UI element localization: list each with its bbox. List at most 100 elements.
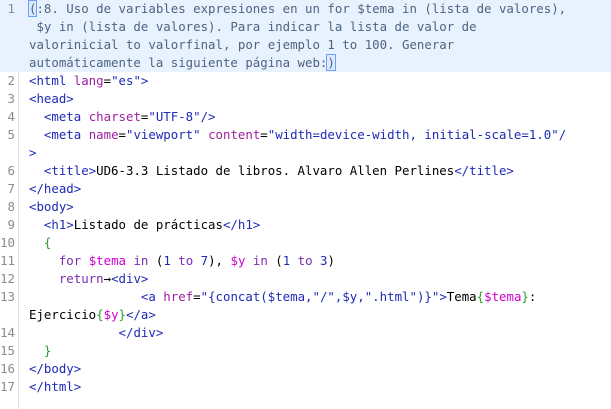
code-text: <html lang="es"> <box>29 72 148 90</box>
code-line[interactable]: > <box>0 144 611 162</box>
code-text: <body> <box>29 198 74 216</box>
code-text: for $tema in (1 to 7), $y in (1 to 3) <box>29 252 335 270</box>
token-kw: for <box>58 253 89 268</box>
code-text: { <box>29 234 51 252</box>
token-tag: </div> <box>118 325 164 340</box>
line-number: 11 <box>0 253 15 268</box>
code-line[interactable]: 3 <head> <box>0 90 611 108</box>
token-kw: to <box>178 253 201 268</box>
token-num: 1 <box>282 253 298 268</box>
token-var: $y <box>230 253 253 268</box>
token-tag: </head> <box>29 181 82 196</box>
token-text: ) <box>327 253 335 268</box>
token-tag: <h1> <box>43 217 74 232</box>
code-line[interactable]: 9 <h1>Listado de prácticas</h1> <box>0 216 611 234</box>
code-line[interactable]: 17 </html> <box>0 378 611 396</box>
line-number: 7 <box>7 181 15 196</box>
code-line[interactable]: $y in (lista de valores). Para indicar l… <box>0 18 611 36</box>
code-text: <a href="{concat($tema,"/",$y,".html")}"… <box>29 288 536 306</box>
line-number: 6 <box>7 163 15 178</box>
line-number: 12 <box>0 271 15 286</box>
token-text: : <box>528 289 537 304</box>
code-line[interactable]: 14 </div> <box>0 324 611 342</box>
code-text: </body> <box>29 360 81 378</box>
token-tag: <title> <box>43 163 97 178</box>
line-number: 16 <box>0 361 15 376</box>
token-brace: } <box>43 343 52 358</box>
code-line[interactable]: 11 for $tema in (1 to 7), $y in (1 to 3) <box>0 252 611 270</box>
code-text: <meta name="viewport" content="width=dev… <box>29 126 566 144</box>
line-number: 9 <box>7 217 15 232</box>
line-number: 15 <box>0 343 15 358</box>
code-line[interactable]: 12 return→<div> <box>0 270 611 288</box>
token-attr: content <box>208 127 261 142</box>
token-brace: { <box>476 289 485 304</box>
code-text: valorinicial to valorfinal, por ejemplo … <box>29 36 454 54</box>
token-bracket: ) <box>326 54 336 71</box>
code-text: </head> <box>29 180 81 198</box>
token-tag: </html> <box>29 379 82 394</box>
token-tag: /> <box>200 109 216 124</box>
code-line[interactable]: valorinicial to valorfinal, por ejemplo … <box>0 36 611 54</box>
line-number: 2 <box>7 73 15 88</box>
token-text: ( <box>275 253 283 268</box>
code-editor[interactable]: 1 (:8. Uso de variables expresiones en un… <box>0 0 611 409</box>
code-text: automáticamente la siguiente página web:… <box>29 54 336 72</box>
code-text: <title>UD6-3.3 Listado de libros. Alvaro… <box>29 162 514 180</box>
code-line[interactable]: 8 <body> <box>0 198 611 216</box>
line-number: 1 <box>7 1 15 16</box>
token-text: = <box>193 289 201 304</box>
token-text: ), <box>208 253 231 268</box>
token-tag: > <box>439 289 447 304</box>
code-line[interactable]: automáticamente la siguiente página web:… <box>0 54 611 72</box>
code-line[interactable]: 13 <a href="{concat($tema,"/",$y,".html"… <box>0 288 611 306</box>
code-line[interactable]: 16 </body> <box>0 360 611 378</box>
token-var: $tema <box>484 289 522 304</box>
code-text: <h1>Listado de prácticas</h1> <box>29 216 260 234</box>
code-line[interactable]: 2 <html lang="es"> <box>0 72 611 90</box>
code-line[interactable]: 6 <title>UD6-3.3 Listado de libros. Alva… <box>0 162 611 180</box>
code-line[interactable]: 5 <meta name="viewport" content="width=d… <box>0 126 611 144</box>
code-line[interactable]: 10 { <box>0 234 611 252</box>
token-attr: lang <box>73 73 104 88</box>
line-number: 10 <box>0 235 15 250</box>
code-line[interactable]: 7 </head> <box>0 180 611 198</box>
code-text: </html> <box>29 378 81 396</box>
line-number: 3 <box>7 91 15 106</box>
token-text: = <box>118 127 126 142</box>
code-text: > <box>29 144 36 162</box>
token-text: → <box>103 271 112 286</box>
code-line[interactable]: 1 (:8. Uso de variables expresiones en un… <box>0 0 611 18</box>
code-line[interactable]: Ejercicio{$y}</a> <box>0 306 611 324</box>
token-tag: <meta <box>43 127 89 142</box>
code-line[interactable]: 15 } <box>0 342 611 360</box>
token-val: "es" <box>111 73 141 88</box>
token-num: 3 <box>320 253 328 268</box>
token-tag: <head> <box>29 91 74 106</box>
code-line[interactable]: 4 <meta charset="UTF-8"/> <box>0 108 611 126</box>
token-val: "width=device-width, initial-scale=1.0" <box>267 127 559 142</box>
line-number: 13 <box>0 289 15 304</box>
token-tag: > <box>140 73 149 88</box>
token-kw: return <box>58 271 104 286</box>
token-num: 1 <box>163 253 179 268</box>
token-tag: <meta <box>43 109 89 124</box>
token-tag: <a <box>140 289 164 304</box>
token-text: Ejercicio <box>29 307 97 322</box>
code-text: return→<div> <box>29 270 149 288</box>
token-tag: <html <box>29 73 74 88</box>
token-brace: } <box>118 307 126 322</box>
code-text: </div> <box>29 324 164 342</box>
token-tag: <body> <box>29 199 74 214</box>
token-text: = <box>260 127 268 142</box>
line-number: 14 <box>0 325 15 340</box>
token-val: "viewport" <box>126 127 209 142</box>
code-text: } <box>29 342 51 360</box>
token-com: automáticamente la siguiente página web: <box>29 55 328 70</box>
